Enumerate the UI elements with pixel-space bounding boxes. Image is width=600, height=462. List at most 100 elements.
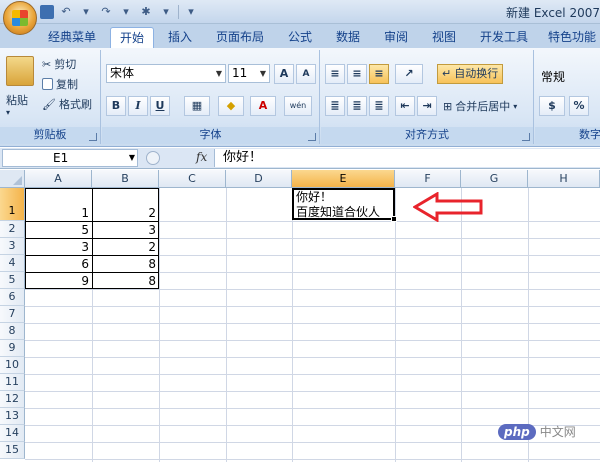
cell-e1-selected[interactable]: 你好！ 百度知道合伙人	[292, 188, 397, 222]
tools-dropdown-icon[interactable]: ▾	[158, 4, 174, 20]
paste-dropdown-icon[interactable]: ▾	[6, 108, 10, 117]
row-header-4[interactable]: 4	[0, 255, 25, 272]
currency-button[interactable]: $	[539, 96, 565, 116]
borders-button[interactable]: ▦	[184, 96, 210, 116]
cell-b3[interactable]: 2	[92, 240, 159, 254]
row-header-5[interactable]: 5	[0, 272, 25, 289]
column-header-b[interactable]: B	[92, 170, 159, 188]
cell-a2[interactable]: 5	[25, 223, 92, 237]
shrink-font-label: A	[302, 69, 310, 79]
font-size-combo[interactable]: 11 ▼	[228, 64, 270, 83]
font-launcher-icon[interactable]	[308, 133, 316, 141]
row-header-7[interactable]: 7	[0, 306, 25, 323]
column-header-f[interactable]: F	[395, 170, 461, 188]
column-header-a[interactable]: A	[25, 170, 92, 188]
tab-developer[interactable]: 开发工具	[472, 27, 536, 48]
number-format-combo[interactable]: 常规	[541, 68, 565, 85]
watermark: php 中文网	[498, 423, 576, 440]
column-header-d[interactable]: D	[226, 170, 292, 188]
merge-center-button[interactable]: ⊞ 合并后居中 ▾	[443, 98, 517, 114]
align-right-button[interactable]: ≣	[369, 96, 389, 116]
column-header-g[interactable]: G	[461, 170, 528, 188]
select-all-button[interactable]	[0, 170, 25, 188]
tab-home[interactable]: 开始	[110, 27, 154, 48]
row-header-9[interactable]: 9	[0, 340, 25, 357]
italic-button[interactable]: I	[128, 96, 148, 116]
cell-b2[interactable]: 3	[92, 223, 159, 237]
increase-indent-button[interactable]: ⇥	[417, 96, 437, 116]
save-icon[interactable]	[40, 5, 54, 19]
name-box[interactable]: E1 ▼	[2, 149, 138, 167]
tab-special[interactable]: 特色功能	[542, 27, 600, 48]
wrap-text-button[interactable]: ↵ 自动换行	[437, 64, 504, 84]
row-header-1[interactable]: 1	[0, 188, 25, 221]
paste-icon[interactable]	[6, 56, 34, 86]
font-color-button[interactable]: A	[250, 96, 276, 116]
column-header-h[interactable]: H	[528, 170, 600, 188]
percent-button[interactable]: %	[569, 96, 589, 116]
cell-a1[interactable]: 1	[25, 206, 92, 220]
customize-qat-icon[interactable]: ▾	[183, 4, 199, 20]
insert-function-button[interactable]: fx	[196, 150, 207, 164]
scissors-icon: ✂	[42, 57, 52, 71]
row-header-3[interactable]: 3	[0, 238, 25, 255]
tab-data[interactable]: 数据	[328, 27, 368, 48]
bold-button[interactable]: B	[106, 96, 126, 116]
row-header-2[interactable]: 2	[0, 221, 25, 238]
row-header-12[interactable]: 12	[0, 391, 25, 408]
grow-font-button[interactable]: A	[274, 64, 294, 84]
row-header-8[interactable]: 8	[0, 323, 25, 340]
align-center-button[interactable]: ≣	[347, 96, 367, 116]
fill-handle[interactable]	[391, 216, 397, 222]
format-painter-button[interactable]: 🖌 格式刷	[42, 96, 92, 112]
phonetic-button[interactable]: wén	[284, 96, 312, 116]
cell-b5[interactable]: 8	[92, 274, 159, 288]
align-middle-button[interactable]: ≡	[347, 64, 367, 84]
formula-input[interactable]: 你好！	[214, 149, 600, 167]
row-header-15[interactable]: 15	[0, 442, 25, 459]
decrease-indent-button[interactable]: ⇤	[395, 96, 415, 116]
grow-font-label: A	[279, 67, 289, 80]
undo-icon[interactable]: ↶	[58, 4, 74, 20]
fill-color-button[interactable]: ◆	[218, 96, 244, 116]
cell-a3[interactable]: 3	[25, 240, 92, 254]
cell-b4[interactable]: 8	[92, 257, 159, 271]
cell-a5[interactable]: 9	[25, 274, 92, 288]
row-header-13[interactable]: 13	[0, 408, 25, 425]
tab-page-layout[interactable]: 页面布局	[208, 27, 272, 48]
row-header-6[interactable]: 6	[0, 289, 25, 306]
cut-button[interactable]: ✂ 剪切	[42, 56, 76, 72]
column-header-e[interactable]: E	[292, 170, 395, 188]
cell-a4[interactable]: 6	[25, 257, 92, 271]
alignment-launcher-icon[interactable]	[522, 133, 530, 141]
red-arrow-annotation-icon	[413, 192, 483, 222]
column-header-c[interactable]: C	[159, 170, 226, 188]
orientation-button[interactable]: ↗	[395, 64, 423, 84]
tools-icon[interactable]: ✱	[138, 4, 154, 20]
row-header-10[interactable]: 10	[0, 357, 25, 374]
font-name-combo[interactable]: 宋体 ▼	[106, 64, 226, 83]
tab-classic-menu[interactable]: 经典菜单	[40, 27, 104, 48]
copy-icon	[42, 78, 53, 90]
formula-bar-handle-icon[interactable]	[146, 151, 160, 165]
undo-dropdown-icon[interactable]: ▾	[78, 4, 94, 20]
underline-button[interactable]: U	[150, 96, 170, 116]
row-header-14[interactable]: 14	[0, 425, 25, 442]
office-button[interactable]	[3, 1, 37, 35]
tab-view[interactable]: 视图	[424, 27, 464, 48]
copy-button[interactable]: 复制	[42, 76, 78, 92]
tab-formulas[interactable]: 公式	[280, 27, 320, 48]
copy-label: 复制	[56, 78, 78, 91]
paste-button[interactable]: 粘贴	[6, 92, 28, 108]
align-left-button[interactable]: ≣	[325, 96, 345, 116]
row-header-11[interactable]: 11	[0, 374, 25, 391]
tab-review[interactable]: 审阅	[376, 27, 416, 48]
clipboard-launcher-icon[interactable]	[89, 133, 97, 141]
tab-insert[interactable]: 插入	[160, 27, 200, 48]
redo-dropdown-icon[interactable]: ▾	[118, 4, 134, 20]
redo-icon[interactable]: ↷	[98, 4, 114, 20]
align-bottom-button[interactable]: ≡	[369, 64, 389, 84]
cell-b1[interactable]: 2	[92, 206, 159, 220]
align-top-button[interactable]: ≡	[325, 64, 345, 84]
shrink-font-button[interactable]: A	[296, 64, 316, 84]
